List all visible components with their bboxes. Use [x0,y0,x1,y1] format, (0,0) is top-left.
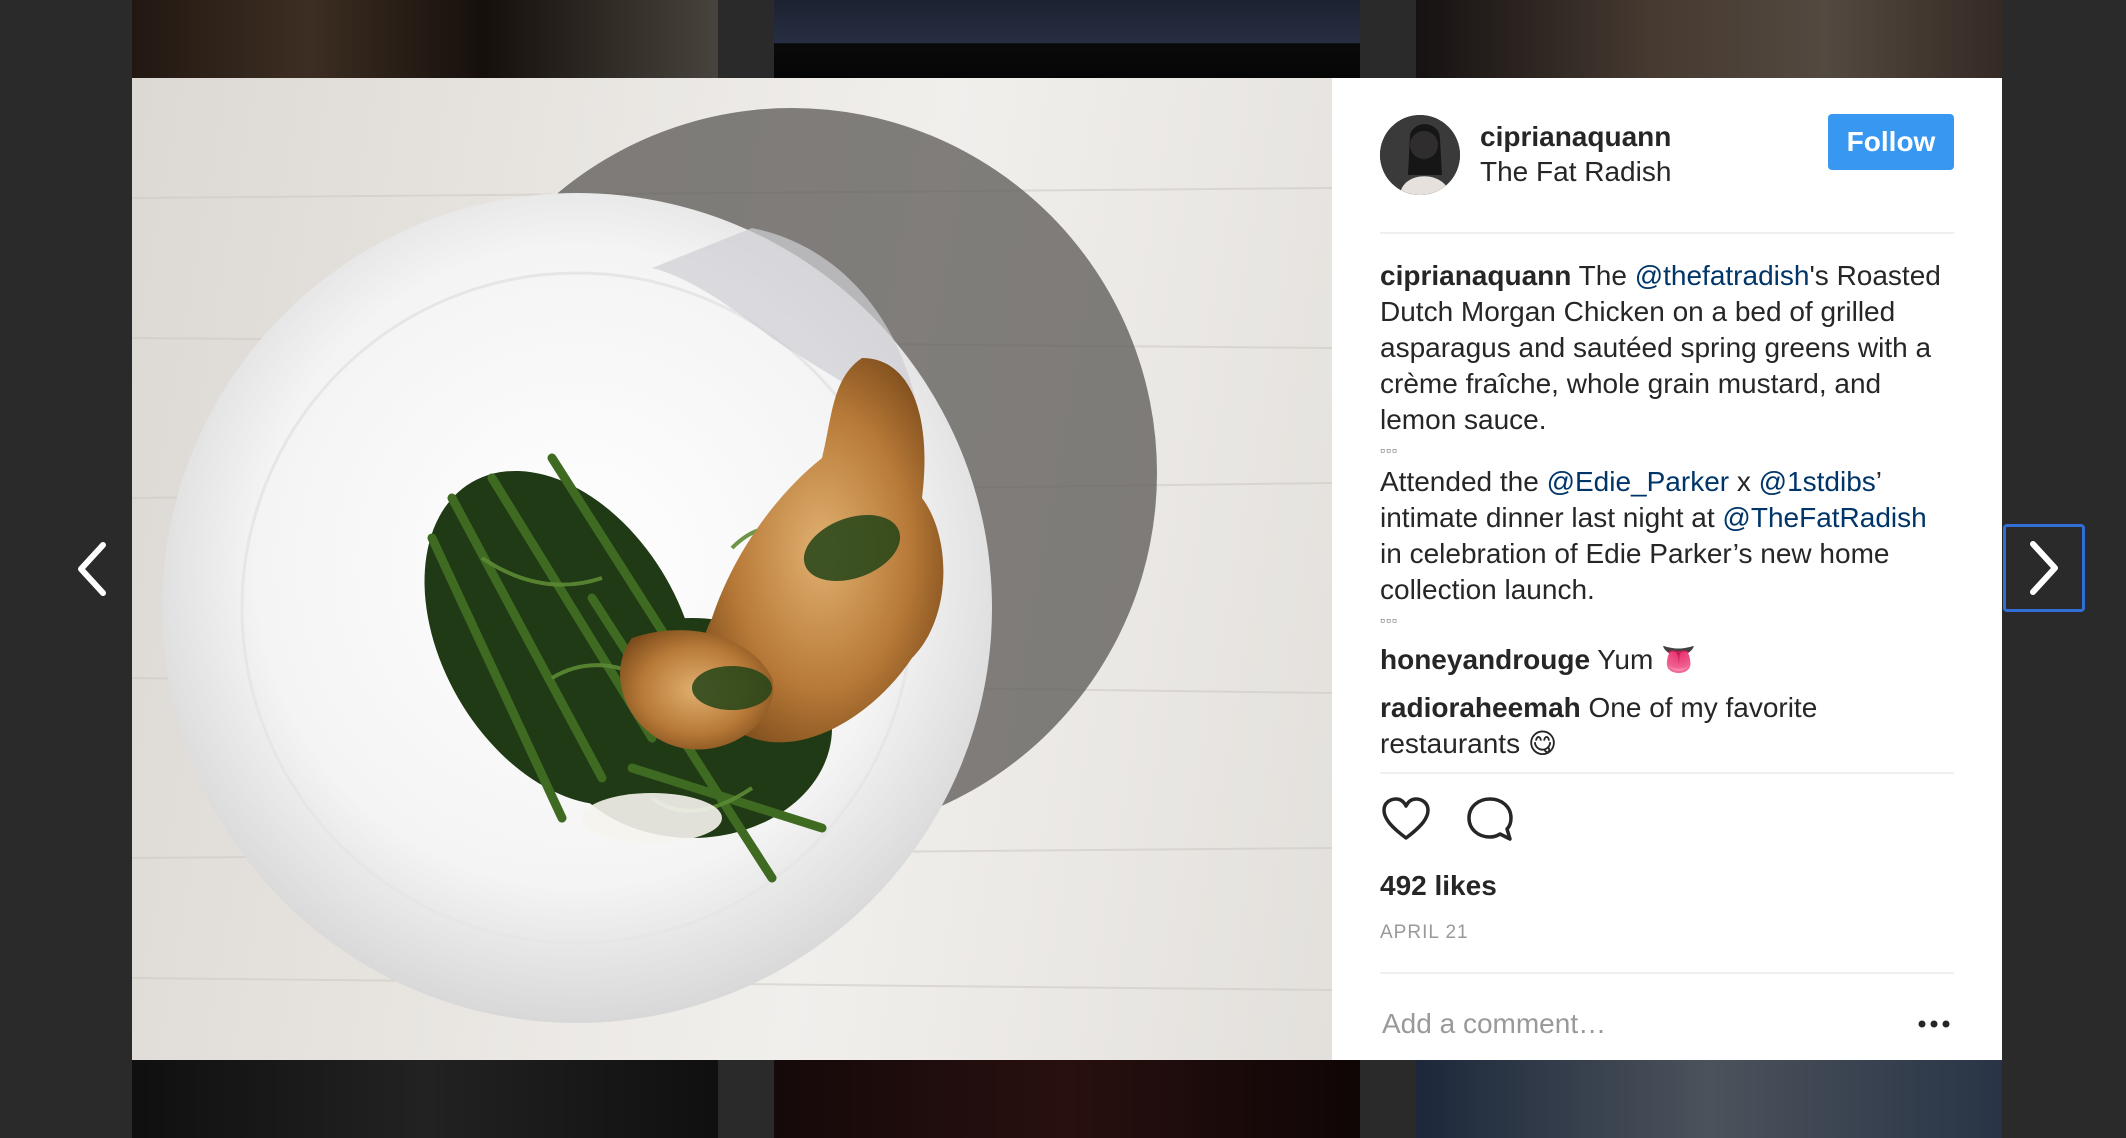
caption-author-link[interactable]: ciprianaquann [1380,260,1571,291]
food-photo-illustration [132,108,1332,1023]
caption-text: in celebration of Edie Parker’s new home… [1380,538,1890,605]
follow-button[interactable]: Follow [1828,114,1954,170]
speech-bubble-icon[interactable] [1464,794,1516,846]
caption-text: The [1571,260,1635,291]
caption-text: x [1729,466,1759,497]
comment-input[interactable] [1380,1007,1904,1041]
background-tile [132,1060,718,1138]
header-text: ciprianaquann The Fat Radish [1480,120,1828,190]
location-link[interactable]: The Fat Radish [1480,154,1828,190]
previous-post-button[interactable] [62,524,122,614]
caption: ciprianaquann The @thefatradish's Roaste… [1380,258,1954,438]
chevron-right-icon [2030,541,2058,595]
chevron-left-icon [78,542,106,596]
mention-link[interactable]: @1stdibs [1759,466,1876,497]
comments-section: ciprianaquann The @thefatradish's Roaste… [1380,234,1954,774]
background-tile [132,0,718,78]
background-tile [774,0,1360,78]
comment-item: honeyandrouge Yum 👅 [1380,642,1954,678]
username-link[interactable]: ciprianaquann [1480,120,1828,154]
profile-photo-icon [1380,115,1460,195]
comment-author-link[interactable]: honeyandrouge [1380,644,1590,675]
comment-text: Yum 👅 [1590,644,1696,675]
background-tile [1416,0,2002,78]
mention-link[interactable]: @TheFatRadish [1722,502,1926,533]
next-post-button[interactable] [2003,524,2085,612]
post-photo[interactable] [132,78,1332,1060]
comment-author-link[interactable]: radioraheemah [1380,692,1581,723]
post-modal: ciprianaquann The Fat Radish Follow cipr… [132,78,2002,1060]
likes-count[interactable]: 492 likes [1380,868,1954,904]
post-actions [1380,774,1954,866]
caption-divider: ▫▫▫ [1380,612,1398,628]
avatar[interactable] [1380,115,1460,195]
mention-link[interactable]: @thefatradish [1635,260,1810,291]
background-tile [774,1060,1360,1138]
more-options-icon[interactable] [1914,1014,1954,1034]
post-details-panel: ciprianaquann The Fat Radish Follow cipr… [1332,78,2002,1060]
post-date[interactable]: APRIL 21 [1380,922,1954,974]
add-comment-row [1380,974,1954,1074]
caption-divider: ▫▫▫ [1380,442,1398,458]
caption-text: Attended the [1380,466,1547,497]
mention-link[interactable]: @Edie_Parker [1547,466,1730,497]
comment-item: radioraheemah One of my favorite restaur… [1380,690,1954,762]
caption-continued: Attended the @Edie_Parker x @1stdibs’ in… [1380,464,1954,608]
heart-outline-icon[interactable] [1380,794,1432,846]
post-header: ciprianaquann The Fat Radish Follow [1380,78,1954,234]
